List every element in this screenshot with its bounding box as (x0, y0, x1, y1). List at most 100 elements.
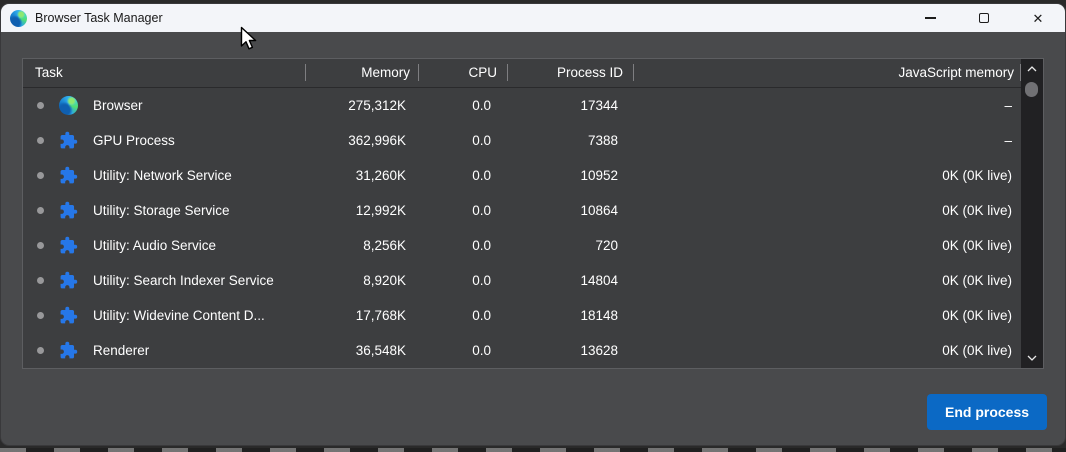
window-title: Browser Task Manager (35, 11, 163, 25)
memory-value: 31,260K (355, 168, 406, 183)
extension-icon (59, 271, 78, 290)
js-memory-value: 0K (0K live) (942, 308, 1012, 323)
task-name: Utility: Search Indexer Service (93, 273, 274, 288)
task-cell: Utility: Network Service (23, 158, 306, 193)
js-memory-value: – (1004, 133, 1012, 148)
process-id-value: 10864 (580, 203, 618, 218)
process-id-value: 720 (595, 238, 618, 253)
task-cell: Utility: Audio Service (23, 228, 306, 263)
scroll-down-button[interactable] (1021, 348, 1043, 368)
memory-value: 17,768K (355, 308, 406, 323)
process-id-value: 14804 (580, 273, 618, 288)
process-table-body: Task Memory CPU Process ID JavaScript me… (23, 59, 1021, 368)
table-row[interactable]: Browser 275,312K 0.0 17344 – (23, 88, 1021, 123)
scroll-up-button[interactable] (1021, 59, 1043, 79)
js-memory-value: 0K (0K live) (942, 203, 1012, 218)
window-bottom-edge (0, 448, 1066, 452)
edge-app-icon (10, 9, 27, 27)
process-table: Task Memory CPU Process ID JavaScript me… (22, 58, 1044, 369)
vertical-scrollbar[interactable] (1021, 59, 1043, 368)
browser-task-manager-window: Browser Task Manager ✕ Task Memory CPU P… (1, 4, 1065, 445)
close-button[interactable]: ✕ (1011, 4, 1065, 32)
window-controls: ✕ (903, 4, 1065, 32)
table-header: Task Memory CPU Process ID JavaScript me… (23, 59, 1021, 88)
memory-value: 36,548K (355, 343, 406, 358)
process-id-value: 7388 (587, 133, 618, 148)
cpu-value: 0.0 (472, 203, 491, 218)
process-status-dot (37, 347, 44, 354)
table-row[interactable]: Utility: Widevine Content D... 17,768K 0… (23, 298, 1021, 333)
column-header-cpu[interactable]: CPU (419, 59, 508, 87)
scrollbar-thumb[interactable] (1025, 82, 1038, 97)
task-cell: GPU Process (23, 123, 306, 158)
cpu-value: 0.0 (472, 238, 491, 253)
extension-icon (59, 306, 78, 325)
task-cell: Utility: Widevine Content D... (23, 298, 306, 333)
chevron-up-icon (1027, 66, 1037, 72)
minimize-icon (924, 17, 936, 19)
maximize-icon (979, 13, 989, 23)
memory-value: 8,256K (363, 238, 406, 253)
cpu-value: 0.0 (472, 308, 491, 323)
process-id-value: 17344 (580, 98, 618, 113)
js-memory-value: 0K (0K live) (942, 238, 1012, 253)
extension-icon (59, 166, 78, 185)
task-name: Utility: Network Service (93, 168, 232, 183)
task-name: Utility: Audio Service (93, 238, 217, 253)
process-status-dot (37, 102, 44, 109)
process-id-value: 18148 (580, 308, 618, 323)
table-rows: Browser 275,312K 0.0 17344 – GPU Process… (23, 88, 1021, 368)
extension-icon (59, 341, 78, 360)
js-memory-value: – (1004, 98, 1012, 113)
js-memory-value: 0K (0K live) (942, 343, 1012, 358)
column-header-js-memory[interactable]: JavaScript memory (634, 59, 1021, 87)
column-header-process-id[interactable]: Process ID (508, 59, 634, 87)
process-status-dot (37, 207, 44, 214)
task-name: GPU Process (93, 133, 175, 148)
task-cell: Browser (23, 88, 306, 123)
process-id-value: 13628 (580, 343, 618, 358)
process-status-dot (37, 312, 44, 319)
column-header-task[interactable]: Task (23, 59, 306, 87)
process-status-dot (37, 277, 44, 284)
end-process-button[interactable]: End process (927, 394, 1047, 430)
table-row[interactable]: GPU Process 362,996K 0.0 7388 – (23, 123, 1021, 158)
table-row[interactable]: Utility: Network Service 31,260K 0.0 109… (23, 158, 1021, 193)
task-cell: Utility: Search Indexer Service (23, 263, 306, 298)
task-name: Utility: Storage Service (93, 203, 230, 218)
process-status-dot (37, 242, 44, 249)
task-name: Utility: Widevine Content D... (93, 308, 265, 323)
table-row[interactable]: Utility: Audio Service 8,256K 0.0 720 0K… (23, 228, 1021, 263)
task-name: Browser (93, 98, 143, 113)
column-header-memory[interactable]: Memory (306, 59, 419, 87)
memory-value: 362,996K (348, 133, 406, 148)
extension-icon (59, 236, 78, 255)
table-row[interactable]: Renderer 36,548K 0.0 13628 0K (0K live) (23, 333, 1021, 368)
extension-icon (59, 201, 78, 220)
chevron-down-icon (1027, 355, 1037, 361)
extension-icon (59, 131, 78, 150)
js-memory-value: 0K (0K live) (942, 168, 1012, 183)
screen: Browser Task Manager ✕ Task Memory CPU P… (0, 0, 1066, 452)
memory-value: 12,992K (355, 203, 406, 218)
minimize-button[interactable] (903, 4, 957, 32)
maximize-button[interactable] (957, 4, 1011, 32)
close-icon: ✕ (1032, 10, 1044, 26)
task-cell: Renderer (23, 333, 306, 368)
process-status-dot (37, 172, 44, 179)
js-memory-value: 0K (0K live) (942, 273, 1012, 288)
table-row[interactable]: Utility: Storage Service 12,992K 0.0 108… (23, 193, 1021, 228)
cpu-value: 0.0 (472, 98, 491, 113)
cpu-value: 0.0 (472, 273, 491, 288)
process-status-dot (37, 137, 44, 144)
cpu-value: 0.0 (472, 133, 491, 148)
memory-value: 275,312K (348, 98, 406, 113)
titlebar[interactable]: Browser Task Manager ✕ (1, 4, 1065, 32)
task-cell: Utility: Storage Service (23, 193, 306, 228)
cpu-value: 0.0 (472, 168, 491, 183)
edge-icon (59, 96, 78, 115)
process-id-value: 10952 (580, 168, 618, 183)
task-name: Renderer (93, 343, 150, 358)
cpu-value: 0.0 (472, 343, 491, 358)
table-row[interactable]: Utility: Search Indexer Service 8,920K 0… (23, 263, 1021, 298)
